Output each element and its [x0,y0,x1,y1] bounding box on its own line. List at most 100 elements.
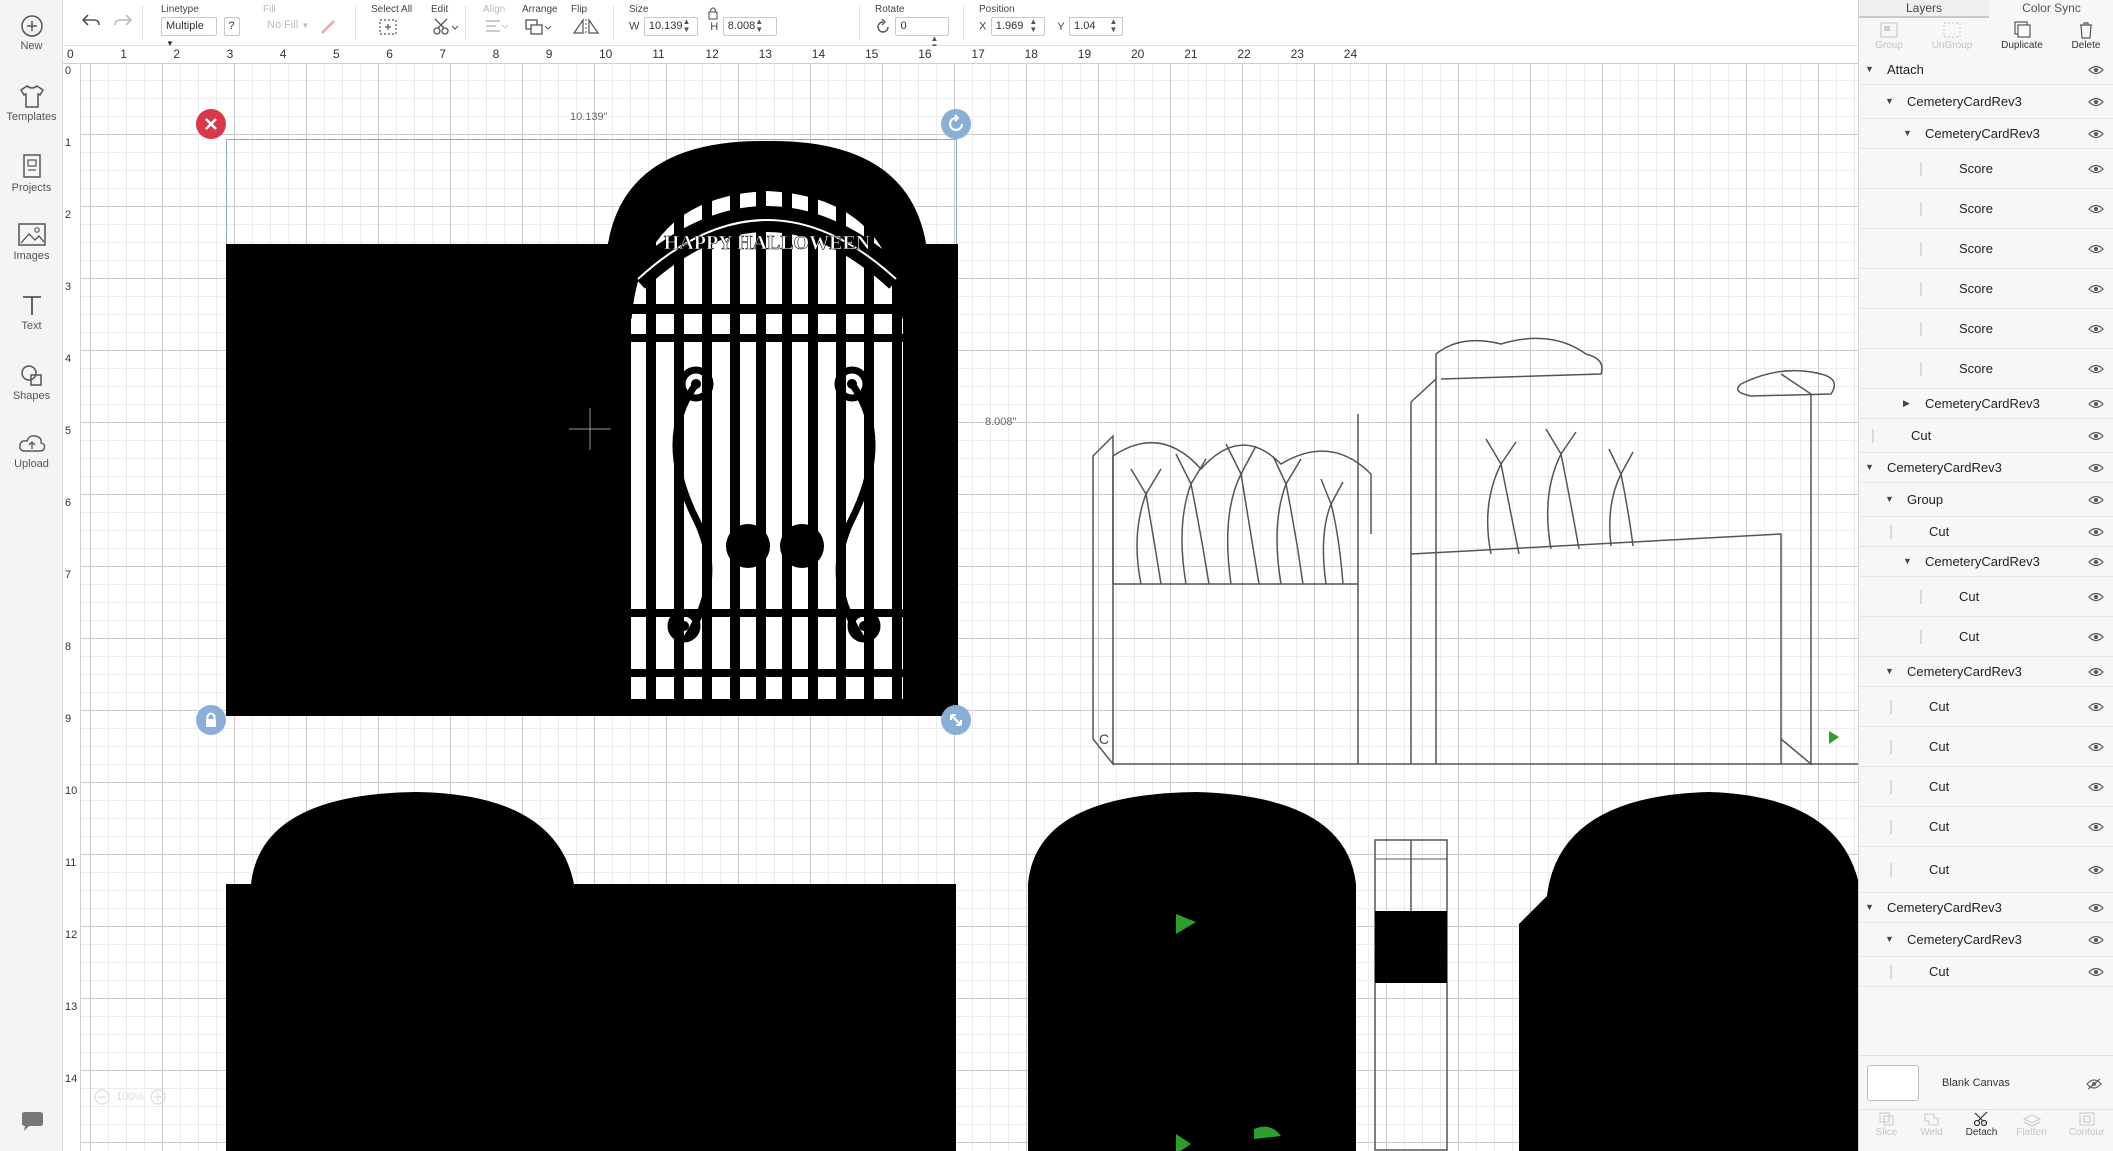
chevron-down-icon[interactable]: ▼ [1885,666,1894,676]
chevron-down-icon[interactable]: ▼ [1865,462,1874,472]
group-button[interactable]: Group [1859,20,1919,51]
zoom-in-icon[interactable] [149,1088,167,1106]
tab-layers[interactable]: Layers [1859,0,1989,18]
detach-button[interactable]: Detach [1954,1111,2009,1138]
eye-icon[interactable] [2088,244,2104,254]
eye-icon[interactable] [2088,495,2104,505]
eye-hidden-icon[interactable] [2086,1078,2102,1090]
duplicate-button[interactable]: Duplicate [1992,20,2052,51]
projects-button[interactable]: Projects [0,152,63,194]
chevron-down-icon[interactable]: ▼ [1885,494,1894,504]
layer-row[interactable]: ▼ CemeteryCardRev3 [1859,893,2113,923]
text-button[interactable]: Text [0,292,63,332]
ungroup-button[interactable]: UnGroup [1922,20,1982,51]
layer-row[interactable]: Score [1859,189,2113,229]
layer-row[interactable]: ▼ CemeteryCardRev3 [1859,923,2113,957]
eye-icon[interactable] [2088,399,2104,409]
eye-icon[interactable] [2088,865,2104,875]
layer-row[interactable]: Cut [1859,957,2113,987]
eye-icon[interactable] [2088,97,2104,107]
cut-piece-3[interactable] [1374,839,1449,1151]
eye-icon[interactable] [2088,129,2104,139]
redo-icon[interactable] [112,10,134,32]
delete-button[interactable]: Delete [2056,20,2113,51]
eye-icon[interactable] [2088,431,2104,441]
layer-row[interactable]: Cut [1859,767,2113,807]
cut-piece-1[interactable] [226,784,966,1151]
layer-row[interactable]: ▼ CemeteryCardRev3 [1859,547,2113,577]
eye-icon[interactable] [2088,284,2104,294]
height-input[interactable]: 8.008▲ ▼ [722,17,777,36]
linetype-select[interactable]: Multiple ▼ [161,17,217,48]
upload-button[interactable]: Upload [0,432,63,470]
eye-icon[interactable] [2088,903,2104,913]
eye-icon[interactable] [2088,164,2104,174]
eye-icon[interactable] [2088,667,2104,677]
weld-button[interactable]: Weld [1904,1111,1959,1138]
height-stepper[interactable]: ▲ ▼ [755,18,763,34]
eye-icon[interactable] [2088,632,2104,642]
width-input[interactable]: 10.139▲ ▼ [643,17,698,36]
layer-row[interactable]: Cut [1859,807,2113,847]
flip-group[interactable]: Flip [571,4,601,42]
eye-icon[interactable] [2088,742,2104,752]
eye-icon[interactable] [2088,967,2104,977]
arrange-group[interactable]: Arrange [522,4,558,42]
layer-row[interactable]: ▼ CemeteryCardRev3 [1859,85,2113,119]
images-button[interactable]: Images [0,222,63,262]
layer-row[interactable]: Score [1859,269,2113,309]
feedback-button[interactable] [0,1110,63,1134]
width-stepper[interactable]: ▲ ▼ [683,18,691,34]
rotate-input[interactable]: 0▲▼ [895,17,950,51]
layer-row[interactable]: ▼ Attach [1859,55,2113,85]
resize-handle[interactable] [941,705,971,735]
layer-row[interactable]: Cut [1859,617,2113,657]
undo-icon[interactable] [80,10,102,32]
chevron-down-icon[interactable]: ▼ [1903,556,1912,566]
tab-color-sync[interactable]: Color Sync [1989,0,2113,18]
shapes-button[interactable]: Shapes [0,362,63,402]
layer-row[interactable]: Score [1859,309,2113,349]
layer-row[interactable]: Cut [1859,727,2113,767]
delete-handle[interactable] [196,109,226,139]
fill-select[interactable]: No Fill ▼ [263,17,315,36]
chevron-right-icon[interactable]: ▶ [1903,398,1910,409]
cut-piece-2[interactable] [1026,784,1361,1151]
blank-canvas-swatch[interactable] [1867,1065,1919,1101]
y-stepper[interactable]: ▲ ▼ [1109,18,1117,34]
layer-row[interactable]: Cut [1859,687,2113,727]
chevron-down-icon[interactable]: ▼ [1885,96,1894,106]
layer-row[interactable]: Score [1859,149,2113,189]
lock-proportions-handle[interactable] [196,705,226,735]
eye-icon[interactable] [2088,702,2104,712]
eye-icon[interactable] [2088,204,2104,214]
eye-icon[interactable] [2088,65,2104,75]
eye-icon[interactable] [2088,822,2104,832]
layer-row[interactable]: Cut [1859,577,2113,617]
layer-row[interactable]: ▼ CemeteryCardRev3 [1859,119,2113,149]
contour-button[interactable]: Contour [2059,1111,2113,1138]
chevron-down-icon[interactable]: ▼ [1885,934,1894,944]
layer-row[interactable]: ▼ CemeteryCardRev3 [1859,453,2113,483]
eye-icon[interactable] [2088,557,2104,567]
layer-row[interactable]: ▼ CemeteryCardRev3 [1859,657,2113,687]
layer-row[interactable]: Cut [1859,517,2113,547]
layer-row[interactable]: Cut [1859,847,2113,893]
chevron-down-icon[interactable]: ▼ [1865,64,1874,74]
layer-row[interactable]: ▼ Group [1859,483,2113,517]
eye-icon[interactable] [2088,324,2104,334]
templates-button[interactable]: Templates [0,83,63,123]
layer-row[interactable]: ▶ CemeteryCardRev3 [1859,389,2113,419]
edit-group[interactable]: Edit [431,4,459,42]
zoom-out-icon[interactable] [93,1088,111,1106]
align-group[interactable]: Align [483,4,509,42]
cemetery-card-outline[interactable]: C [1081,234,1858,784]
rotate-handle[interactable] [941,109,971,139]
linetype-help-button[interactable]: ? [224,17,241,36]
eye-icon[interactable] [2088,782,2104,792]
y-position-input[interactable]: 1.04 ▲ ▼ [1069,17,1124,36]
blank-canvas-row[interactable]: Blank Canvas [1859,1055,2113,1110]
lock-icon[interactable] [707,6,719,20]
select-all-group[interactable]: Select All [371,4,412,42]
chevron-down-icon[interactable]: ▼ [1903,128,1912,138]
